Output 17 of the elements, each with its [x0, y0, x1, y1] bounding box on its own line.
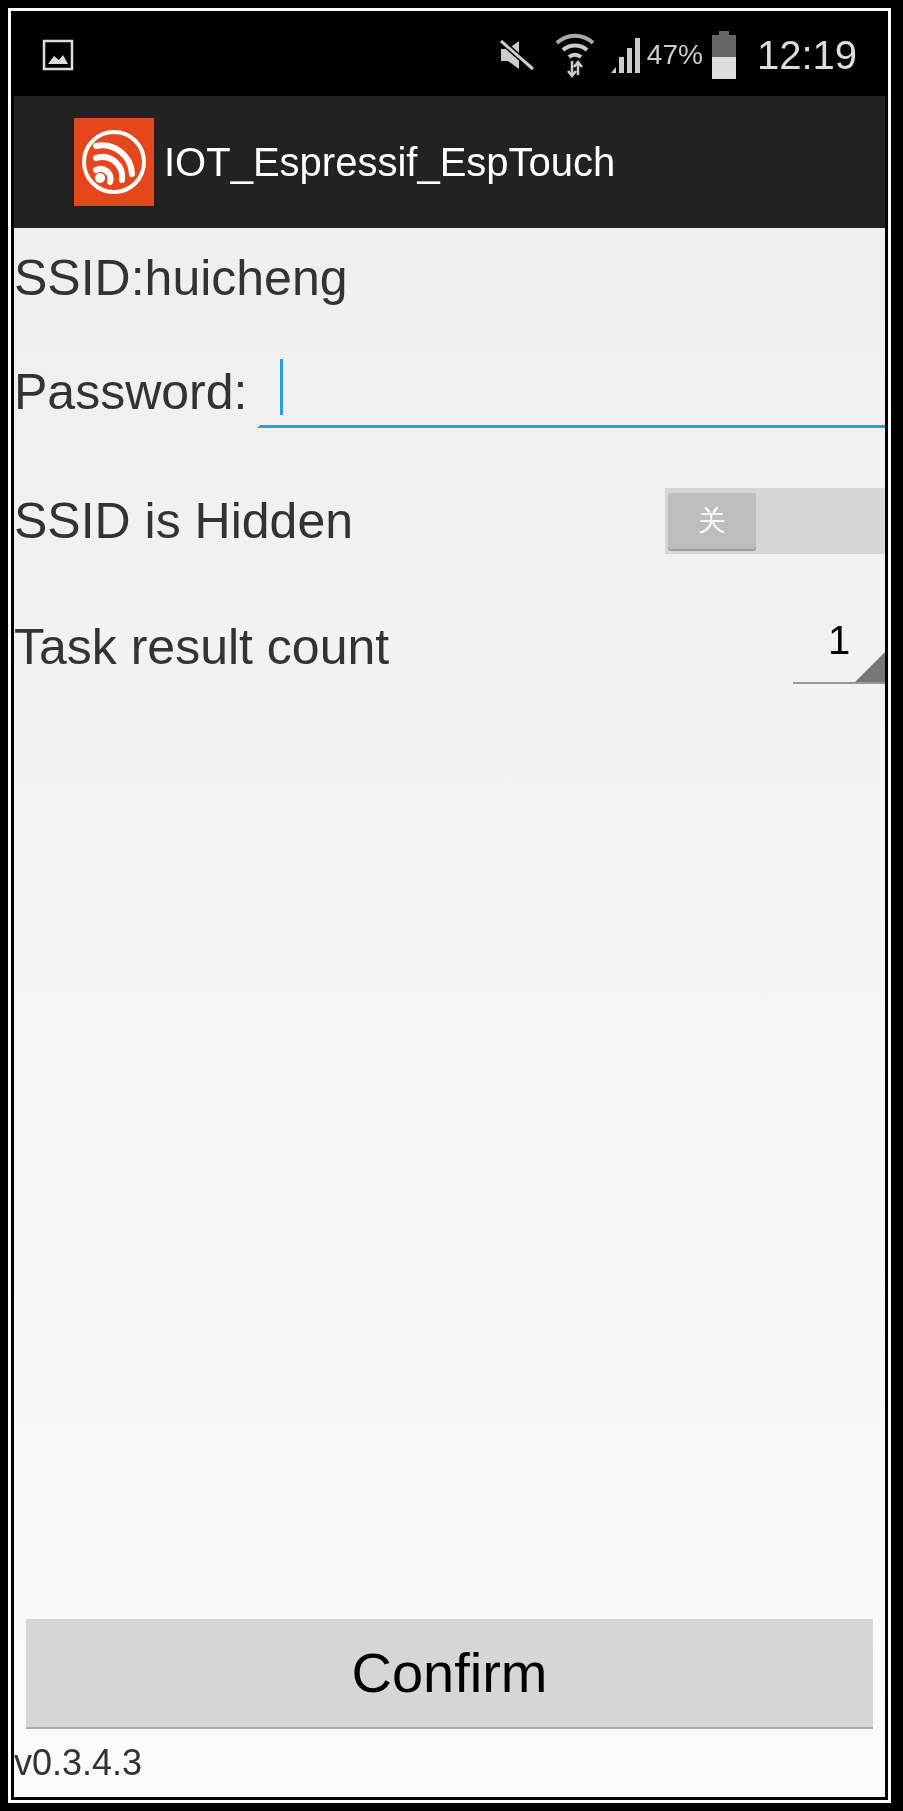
hidden-label: SSID is Hidden — [14, 492, 355, 551]
dropdown-corner-icon — [855, 652, 885, 682]
image-notification-icon — [42, 39, 74, 71]
battery-percent: 47% — [646, 38, 703, 72]
task-count-label: Task result count — [14, 618, 391, 677]
app-title: IOT_Espressif_EspTouch — [164, 139, 616, 186]
ssid-label: SSID:huicheng — [14, 249, 349, 308]
clock: 12:19 — [756, 32, 857, 79]
app-logo-icon — [74, 118, 154, 206]
wifi-icon — [554, 31, 595, 79]
battery-icon — [710, 31, 737, 79]
version-label: v0.3.4.3 — [14, 1741, 144, 1785]
task-count-spinner[interactable]: 1 — [793, 610, 885, 684]
switch-thumb: 关 — [668, 493, 756, 549]
text-cursor — [280, 358, 284, 415]
password-label: Password: — [14, 363, 248, 422]
confirm-button[interactable]: Confirm — [26, 1619, 873, 1729]
